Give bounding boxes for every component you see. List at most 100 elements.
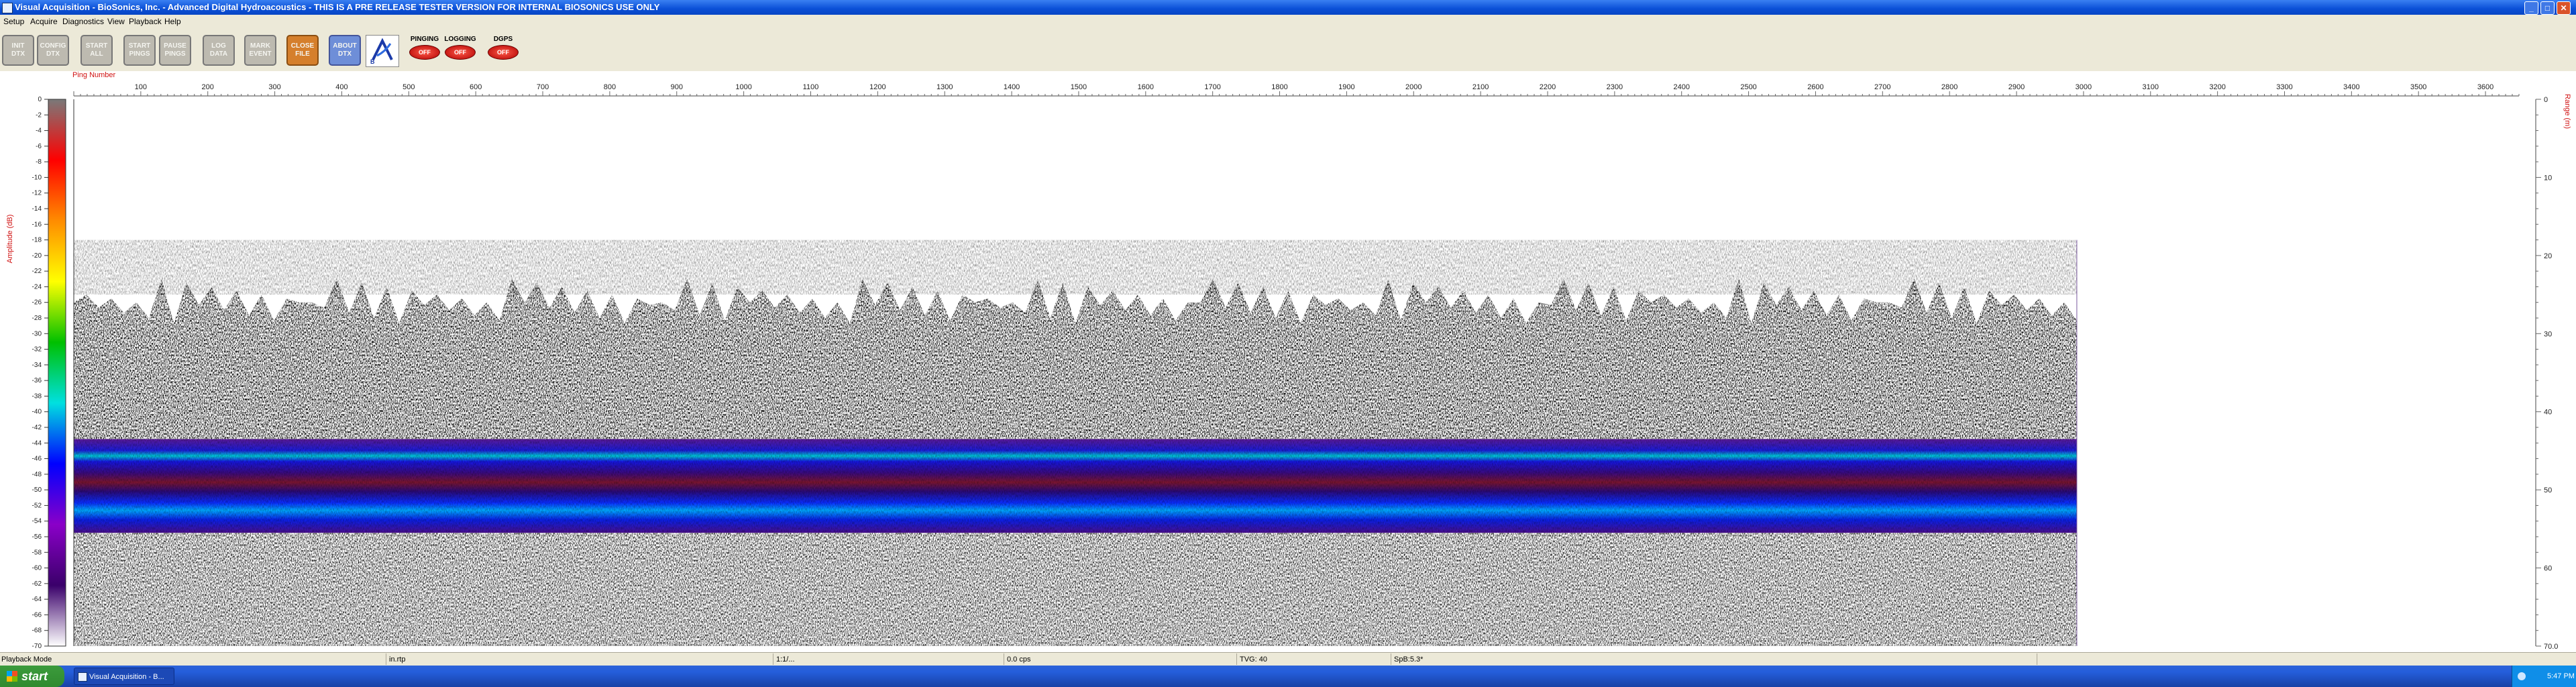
x-tick-label: 3100 (2143, 83, 2159, 91)
taskbar-item-visual-acquisition[interactable]: Visual Acquisition - B... (74, 668, 174, 685)
status-file: in.rtp (389, 655, 406, 664)
window-title: Visual Acquisition - BioSonics, Inc. - A… (15, 2, 660, 12)
x-tick-label: 800 (604, 83, 616, 91)
x-axis-title: Ping Number (72, 71, 116, 79)
clock: 5:47 PM (2547, 672, 2575, 680)
close-file-button[interactable]: CLOSE FILE (286, 35, 319, 66)
init-dtx-button[interactable]: INIT DTX (2, 35, 34, 66)
x-tick-label: 1800 (1271, 83, 1287, 91)
menu-view[interactable]: View (107, 15, 125, 28)
echogram-panel[interactable]: 0 -2 -4 -6 -8 -10 -12 -14 -16 -18 -20 -22 -24 -26 -28 -… (0, 71, 2576, 652)
colorbar-tick-label: -20 (32, 252, 42, 260)
minimize-button[interactable]: _ (2524, 1, 2538, 15)
colorbar-tick-label: -44 (32, 439, 42, 447)
x-tick-label: 1000 (735, 83, 751, 91)
status-tvg: TVG: 40 (1240, 655, 1267, 664)
status-spb: SpB:5.3* (1394, 655, 1424, 664)
range-tick-label: 60 (2544, 565, 2552, 573)
x-tick-label: 3300 (2276, 83, 2292, 91)
colorbar-tick-label: -48 (32, 471, 42, 478)
about-dtx-button[interactable]: ABOUT DTX (329, 35, 361, 66)
close-button[interactable]: ✕ (2557, 1, 2571, 15)
colorbar-tick-label: -4 (36, 127, 42, 135)
colorbar-tick-label: -52 (32, 502, 42, 509)
x-tick-label: 3600 (2477, 83, 2493, 91)
ping-number-axis: 100 200 300 400 500 600 700 800 900 1000 1100 1200 1… (73, 83, 2520, 97)
range-tick-label: 0 (2544, 96, 2548, 104)
x-tick-label: 3400 (2343, 83, 2359, 91)
colorbar-tick-label: -28 (32, 315, 42, 322)
status-ratio: 1:1/... (776, 655, 795, 664)
colorbar-tick-label: -42 (32, 424, 42, 431)
x-tick-label: 3200 (2209, 83, 2225, 91)
x-tick-label: 2500 (1740, 83, 1756, 91)
x-tick-label: 2300 (1607, 83, 1623, 91)
colorbar-tick-label: -22 (32, 268, 42, 275)
colorbar-tick-label: -6 (36, 143, 42, 150)
menu-acquire[interactable]: Acquire (30, 15, 58, 28)
config-dtx-button[interactable]: CONFIG DTX (37, 35, 69, 66)
colorbar-tick-label: -46 (32, 456, 42, 463)
colorbar-tick-label: -66 (32, 611, 42, 619)
colorbar-tick-label: -30 (32, 330, 42, 337)
windows-flag-icon (7, 671, 17, 682)
range-tick-label: 10 (2544, 174, 2552, 182)
logging-indicator: LOGGING OFF (441, 35, 479, 66)
x-tick-label: 600 (470, 83, 482, 91)
x-tick-label: 1200 (869, 83, 885, 91)
start-all-button[interactable]: START ALL (80, 35, 113, 66)
colorbar-tick-label: -50 (32, 486, 42, 494)
x-tick-label: 300 (268, 83, 280, 91)
colorbar-tick-label: -62 (32, 580, 42, 588)
x-tick-label: 200 (202, 83, 214, 91)
menu-playback[interactable]: Playback (129, 15, 162, 28)
x-tick-label: 900 (671, 83, 683, 91)
colorbar-tick-label: -54 (32, 518, 42, 525)
echogram-svg[interactable]: 0 -2 -4 -6 -8 -10 -12 -14 -16 -18 -20 -22 -24 -26 -28 -… (0, 71, 2576, 652)
colorbar-tick-label: -2 (36, 111, 42, 119)
app-icon (2, 3, 13, 13)
surface-scatter (74, 240, 2077, 295)
x-tick-label: 1400 (1004, 83, 1020, 91)
x-tick-label: 1100 (803, 83, 819, 91)
colorbar-tick-label: -70 (32, 643, 42, 650)
mark-event-button[interactable]: MARK EVENT (244, 35, 276, 66)
start-button[interactable]: start (0, 666, 64, 687)
start-pings-button[interactable]: START PINGS (123, 35, 156, 66)
colorbar-tick-label: -10 (32, 174, 42, 181)
colorbar-tick-label: -12 (32, 190, 42, 197)
menu-diagnostics[interactable]: Diagnostics (62, 15, 104, 28)
amplitude-colorbar (48, 99, 66, 647)
colorbar-title: Amplitude (dB) (6, 215, 14, 264)
range-axis: 0 10 20 30 40 50 60 70.0 (2535, 96, 2558, 651)
range-tick-label: 40 (2544, 409, 2552, 417)
app-icon (78, 672, 87, 682)
maximize-button[interactable]: □ (2540, 1, 2555, 15)
logging-status-light: OFF (445, 45, 476, 60)
colorbar-tick-label: -26 (32, 299, 42, 307)
log-data-button[interactable]: LOG DATA (203, 35, 235, 66)
menu-help[interactable]: Help (164, 15, 181, 28)
x-tick-label: 2900 (2008, 83, 2025, 91)
colorbar-tick-label: -64 (32, 596, 42, 603)
taskbar: start Visual Acquisition - B... 5:47 PM (0, 666, 2576, 687)
system-tray: 5:47 PM (2512, 666, 2576, 687)
speaker-icon (2518, 672, 2526, 680)
status-bar: Playback Mode in.rtp 1:1/... 0.0 cps TVG… (0, 652, 2576, 666)
x-tick-label: 2000 (1405, 83, 1421, 91)
colorbar-scale (48, 99, 66, 647)
x-tick-label: 1500 (1071, 83, 1087, 91)
x-tick-label: 2100 (1472, 83, 1489, 91)
svg-text:B: B (370, 58, 375, 65)
menu-setup[interactable]: Setup (3, 15, 24, 28)
x-tick-label: 400 (335, 83, 347, 91)
x-tick-label: 1700 (1204, 83, 1220, 91)
dgps-indicator: DGPS OFF (484, 35, 522, 66)
range-tick-label: 20 (2544, 252, 2552, 260)
colorbar-tick-label: -24 (32, 283, 42, 290)
pause-pings-button[interactable]: PAUSE PINGS (159, 35, 191, 66)
x-tick-label: 1300 (936, 83, 953, 91)
range-tick-label: 50 (2544, 486, 2552, 494)
x-tick-label: 2200 (1540, 83, 1556, 91)
lower-backscatter (74, 533, 2077, 646)
